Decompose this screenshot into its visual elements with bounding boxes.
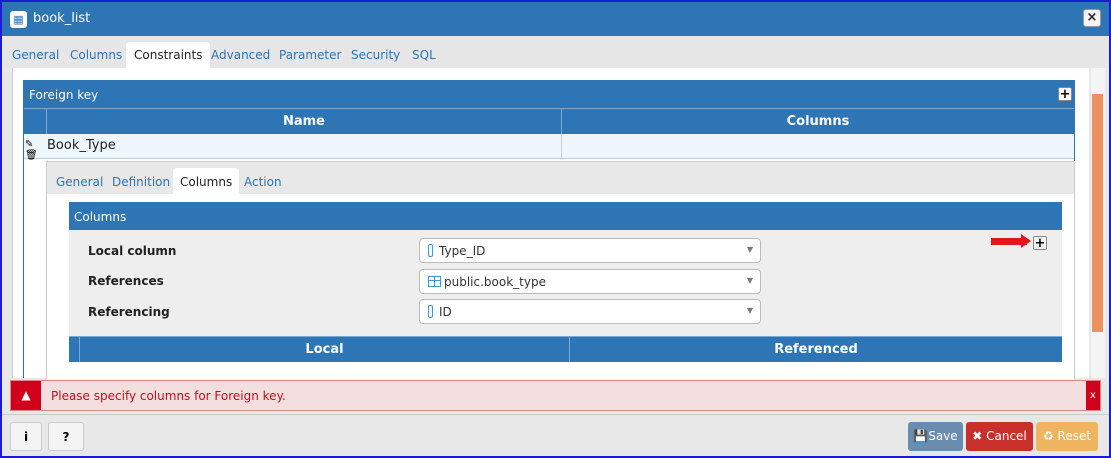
table-row[interactable]: ✎🗑 Book_Type (24, 134, 1074, 161)
subtab-columns[interactable]: Columns (173, 168, 240, 194)
column-icon (428, 244, 433, 257)
constraints-content: Foreign key + Name Columns ✎🗑 Book_Type … (12, 68, 1089, 380)
red-arrow-head (1021, 234, 1031, 248)
cancel-icon: ✖ (972, 429, 987, 443)
columns-table-header: Local Referenced (69, 336, 1062, 362)
dropdown-arrow-icon: ▼ (746, 245, 753, 254)
subtab-action[interactable]: Action (237, 168, 289, 194)
title-bar: ▦ book_list × (2, 2, 1109, 36)
foreign-key-title: Foreign key (29, 88, 99, 102)
col-header-name: Name (46, 109, 561, 134)
alert-close-button[interactable]: x (1086, 381, 1100, 410)
tab-advanced[interactable]: Advanced (203, 42, 278, 68)
table-icon: ▦ (10, 11, 27, 28)
delete-icon[interactable]: 🗑 (25, 150, 38, 161)
references-label: References (88, 274, 164, 288)
save-button[interactable]: 💾Save (908, 422, 963, 451)
close-button[interactable]: × (1083, 9, 1101, 27)
tab-parameter[interactable]: Parameter (271, 42, 349, 68)
help-button[interactable]: ? (48, 422, 84, 451)
error-alert: ▲ Please specify columns for Foreign key… (10, 380, 1101, 411)
subtab-general[interactable]: General (49, 168, 110, 194)
dialog: ▦ book_list × General Columns Constraint… (0, 0, 1111, 458)
row-name: Book_Type (47, 138, 116, 153)
tab-security[interactable]: Security (343, 42, 408, 68)
dropdown-arrow-icon: ▼ (746, 306, 753, 315)
dropdown-arrow-icon: ▼ (746, 276, 753, 285)
reset-button[interactable]: ♻ Reset (1036, 422, 1098, 451)
columns-pane: Columns Local column Type_ID ▼ References… (47, 194, 1074, 380)
columns-panel-title: Columns (74, 210, 127, 224)
tab-bar: General Columns Constraints Advanced Par… (2, 36, 1109, 68)
dialog-title: book_list (33, 11, 91, 26)
edit-icon[interactable]: ✎ (25, 139, 33, 150)
foreign-key-editor: General Definition Columns Action Column… (46, 161, 1075, 380)
foreign-key-table-header: Name Columns (24, 108, 1074, 134)
row-columns (561, 134, 1074, 158)
footer: i ? 💾Save ✖ Cancel ♻ Reset (2, 414, 1109, 456)
referencing-select[interactable]: ID ▼ (419, 299, 761, 324)
referencing-label: Referencing (88, 305, 170, 319)
add-foreign-key-button[interactable]: + (1058, 87, 1072, 101)
table-icon (428, 276, 441, 287)
referencing-value: ID (439, 305, 452, 319)
column-icon (428, 305, 433, 318)
references-value: public.book_type (444, 275, 546, 289)
save-label: Save (928, 429, 958, 443)
recycle-icon: ♻ (1042, 429, 1058, 443)
action-col (24, 109, 46, 134)
subtab-definition[interactable]: Definition (105, 168, 177, 194)
action-col (69, 337, 79, 362)
columns-panel-header: Columns (69, 202, 1062, 230)
cancel-label: Cancel (986, 429, 1027, 443)
local-column-value: Type_ID (439, 244, 486, 258)
col-header-local: Local (79, 337, 569, 362)
add-column-button[interactable]: + (1033, 236, 1047, 250)
tab-columns[interactable]: Columns (62, 42, 130, 68)
tab-constraints[interactable]: Constraints (126, 42, 211, 68)
local-column-select[interactable]: Type_ID ▼ (419, 238, 761, 263)
tab-sql[interactable]: SQL (404, 42, 444, 68)
columns-panel: Columns Local column Type_ID ▼ References… (69, 202, 1062, 362)
references-select[interactable]: public.book_type ▼ (419, 269, 761, 294)
tab-general[interactable]: General (4, 42, 67, 68)
info-button[interactable]: i (10, 422, 42, 451)
cancel-button[interactable]: ✖ Cancel (966, 422, 1033, 451)
scrollbar-thumb[interactable] (1092, 94, 1103, 332)
col-header-columns: Columns (561, 109, 1074, 134)
local-column-label: Local column (88, 244, 177, 258)
col-header-referenced: Referenced (569, 337, 1062, 362)
save-icon: 💾 (913, 429, 929, 443)
reset-label: Reset (1057, 429, 1092, 443)
error-message: Please specify columns for Foreign key. (51, 389, 286, 403)
foreign-key-header: Foreign key (24, 81, 1074, 108)
scrollbar[interactable] (1091, 68, 1105, 378)
warning-icon: ▲ (11, 381, 41, 410)
foreign-key-panel: Foreign key + Name Columns ✎🗑 Book_Type … (23, 80, 1075, 380)
